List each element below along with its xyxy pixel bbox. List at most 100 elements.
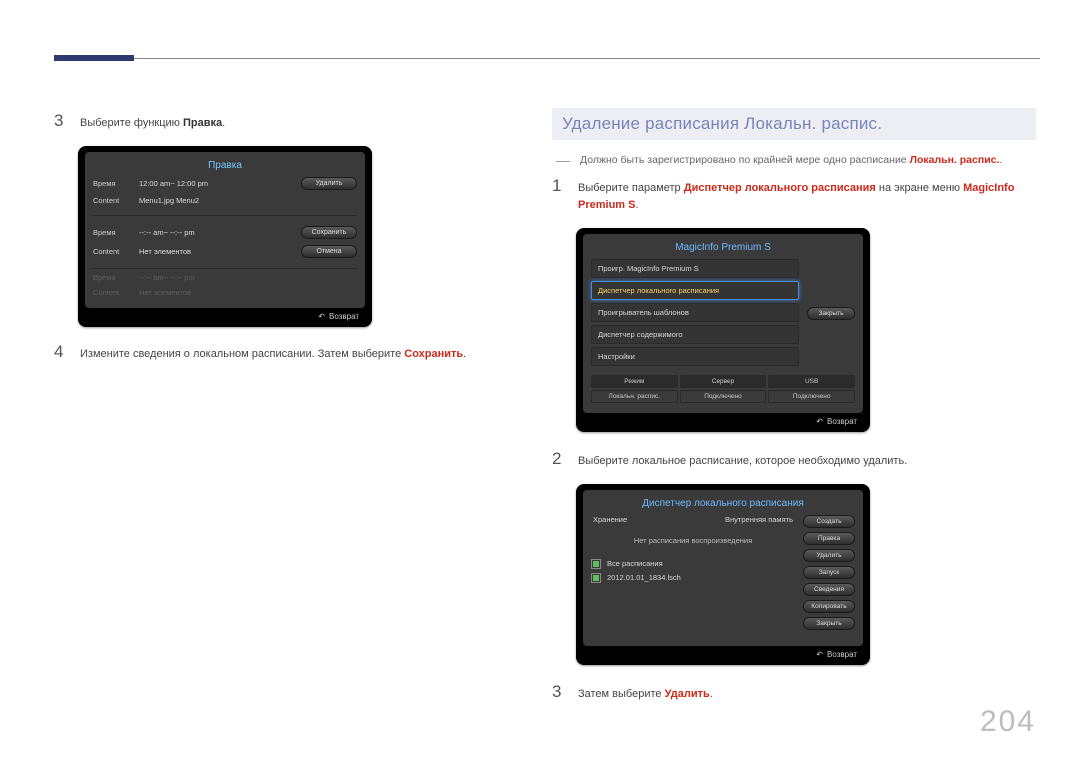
copy-button[interactable]: Копировать <box>803 600 855 613</box>
run-button[interactable]: Запуск <box>803 566 855 579</box>
col-value: Подключено <box>768 390 855 403</box>
menu-item[interactable]: Диспетчер содержимого <box>591 325 799 344</box>
col-header: Сервер <box>680 375 767 388</box>
panel-title: Правка <box>93 158 357 177</box>
col-value: Подключено <box>680 390 767 403</box>
period: . <box>635 199 638 211</box>
separator <box>93 268 357 269</box>
schedule-row-all[interactable]: Все расписания <box>591 557 795 571</box>
screenshot-pravka: Правка Время 12:00 am~ 12:00 pm Удалить … <box>78 146 372 327</box>
right-column: Удаление расписания Локальн. распис. ― Д… <box>552 108 1036 717</box>
mi-body: Проигр. MagicInfo Premium S Диспетчер ло… <box>591 259 855 369</box>
step-body: Выберите параметр Диспетчер локального р… <box>578 177 1036 214</box>
row-label: Время <box>93 228 139 237</box>
tv-inner: MagicInfo Premium S Проигр. MagicInfo Pr… <box>583 234 863 413</box>
step-body: Затем выберите Удалить. <box>578 683 1036 703</box>
row-label: Время <box>93 179 139 188</box>
col-header: USB <box>768 375 855 388</box>
step-number: 2 <box>552 450 564 470</box>
menu-item[interactable]: Настройки <box>591 347 799 366</box>
row-label: Content <box>93 288 139 297</box>
row-label: Content <box>93 196 139 205</box>
screenshot-dispatcher: Диспетчер локального расписания Хранение… <box>576 484 870 665</box>
separator <box>93 215 357 216</box>
page-number: 204 <box>980 705 1036 739</box>
row-value: 12:00 am~ 12:00 pm <box>139 179 301 188</box>
period: . <box>222 117 225 129</box>
row-label: Все расписания <box>607 559 663 568</box>
return-label[interactable]: Возврат <box>583 413 863 426</box>
emphasis-red: Диспетчер локального расписания <box>684 182 876 194</box>
edit-button[interactable]: Правка <box>803 532 855 545</box>
menu-item[interactable]: Проигрыватель шаблонов <box>591 303 799 322</box>
row-value: Menu1.jpg Menu2 <box>139 196 301 205</box>
panel-title: MagicInfo Premium S <box>591 240 855 259</box>
text: Выберите параметр <box>578 182 684 194</box>
create-button[interactable]: Создать <box>803 515 855 528</box>
step-number: 1 <box>552 177 564 214</box>
cancel-button[interactable]: Отмена <box>301 245 357 258</box>
rule-accent <box>54 55 134 61</box>
step-number: 3 <box>54 112 66 132</box>
dash-icon: ― <box>556 154 570 167</box>
info-button[interactable]: Сведения <box>803 583 855 596</box>
text: Должно быть зарегистрировано по крайней … <box>580 154 910 166</box>
menu-item-selected[interactable]: Диспетчер локального расписания <box>591 281 799 300</box>
emphasis-red: Локальн. распис. <box>910 154 1000 166</box>
save-button[interactable]: Сохранить <box>301 226 357 239</box>
step-2: 2 Выберите локальное расписание, которое… <box>552 450 1036 470</box>
tv-inner: Диспетчер локального расписания Хранение… <box>583 490 863 646</box>
row-value: Нет элементов <box>139 247 301 256</box>
side-buttons: Закрыть <box>807 259 855 369</box>
col-value: Локальн. распис. <box>591 390 678 403</box>
page-rule <box>54 58 1040 59</box>
close-button[interactable]: Закрыть <box>803 617 855 630</box>
delete-button[interactable]: Удалить <box>803 549 855 562</box>
schedule-row-file[interactable]: 2012.01.01_1834.lsch <box>591 571 795 585</box>
step-body: Выберите локальное расписание, которое н… <box>578 450 1036 470</box>
step-number: 3 <box>552 683 564 703</box>
tv-inner: Правка Время 12:00 am~ 12:00 pm Удалить … <box>85 152 365 308</box>
text: Затем выберите <box>578 688 665 700</box>
left-column: 3 Выберите функцию Правка. Правка Время … <box>54 112 494 377</box>
period: . <box>710 688 713 700</box>
menu-list: Проигр. MagicInfo Premium S Диспетчер ло… <box>591 259 799 369</box>
section-title: Удаление расписания Локальн. распис. <box>552 108 1036 140</box>
text: Измените сведения о локальном расписании… <box>80 348 404 360</box>
checkbox-icon[interactable] <box>591 559 601 569</box>
step-number: 4 <box>54 343 66 363</box>
screenshot-magicinfo: MagicInfo Premium S Проигр. MagicInfo Pr… <box>576 228 870 432</box>
step-3: 3 Выберите функцию Правка. <box>54 112 494 132</box>
storage-row: Хранение Внутренняя память <box>591 515 795 530</box>
row-label: Время <box>93 273 139 282</box>
step-1: 1 Выберите параметр Диспетчер локального… <box>552 177 1036 214</box>
delete-button[interactable]: Удалить <box>301 177 357 190</box>
col-header: Режим <box>591 375 678 388</box>
return-label[interactable]: Возврат <box>85 308 365 321</box>
return-label[interactable]: Возврат <box>583 646 863 659</box>
emphasis-red: Сохранить <box>404 348 463 360</box>
period: . <box>999 154 1002 166</box>
status-table: Режим Сервер USB Локальн. распис. Подклю… <box>591 375 855 403</box>
step-4: 4 Измените сведения о локальном расписан… <box>54 343 494 363</box>
period: . <box>463 348 466 360</box>
text: на экране меню <box>876 182 963 194</box>
side-buttons: Создать Правка Удалить Запуск Сведения К… <box>803 515 855 630</box>
row-value: --:-- am~ --:-- pm <box>139 273 301 282</box>
ds-body: Хранение Внутренняя память Нет расписани… <box>591 515 855 630</box>
panel-title: Диспетчер локального расписания <box>591 496 855 515</box>
emphasis: Правка <box>183 117 222 129</box>
storage-label: Хранение <box>593 515 627 524</box>
menu-item[interactable]: Проигр. MagicInfo Premium S <box>591 259 799 278</box>
close-button[interactable]: Закрыть <box>807 307 855 320</box>
row-label: Content <box>93 247 139 256</box>
step-body: Измените сведения о локальном расписании… <box>80 343 494 363</box>
row-value: --:-- am~ --:-- pm <box>139 228 301 237</box>
row-value: Нет элементов <box>139 288 301 297</box>
step-3-right: 3 Затем выберите Удалить. <box>552 683 1036 703</box>
ds-main: Хранение Внутренняя память Нет расписани… <box>591 515 795 630</box>
storage-value: Внутренняя память <box>725 515 793 524</box>
checkbox-icon[interactable] <box>591 573 601 583</box>
pravka-grid-disabled: Время --:-- am~ --:-- pm Content Нет эле… <box>93 273 357 297</box>
step-body: Выберите функцию Правка. <box>80 112 494 132</box>
